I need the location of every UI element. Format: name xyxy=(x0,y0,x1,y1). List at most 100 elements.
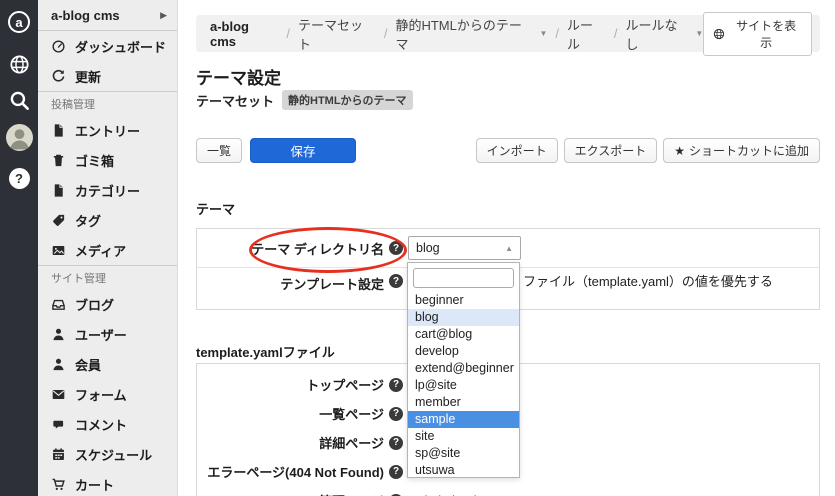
sidebar-item-category[interactable]: カテゴリー xyxy=(38,175,177,205)
import-button[interactable]: インポート xyxy=(476,138,558,163)
sidebar-item-entry[interactable]: エントリー xyxy=(38,115,177,145)
theme-section-heading: テーマ xyxy=(196,199,235,218)
add-shortcut-label: ショートカットに追加 xyxy=(689,142,809,159)
dropdown-option-blog[interactable]: blog xyxy=(408,309,519,326)
export-button[interactable]: エクスポート xyxy=(564,138,658,163)
breadcrumb: a-blog cms / テーマセット / 静的HTMLからのテーマ ▼ / ル… xyxy=(196,15,820,52)
inbox-icon xyxy=(51,297,66,312)
help-icon[interactable]: ? xyxy=(389,241,403,255)
sidebar-item-form[interactable]: フォーム xyxy=(38,379,177,409)
breadcrumb-item-rule[interactable]: ルール xyxy=(567,15,606,53)
sidebar-item-dashboard[interactable]: ダッシュボード xyxy=(38,31,177,61)
help-icon[interactable]: ? xyxy=(389,465,403,479)
breadcrumb-separator: / xyxy=(614,26,618,41)
sidebar-item-schedule[interactable]: スケジュール xyxy=(38,439,177,469)
comment-icon xyxy=(51,417,66,432)
dashboard-icon xyxy=(51,39,66,54)
sidebar-item-label: タグ xyxy=(75,211,101,230)
dropdown-option-extend-beginner[interactable]: extend@beginner xyxy=(408,360,519,377)
dropdown-option-member[interactable]: member xyxy=(408,394,519,411)
sidebar-item-label: カート xyxy=(75,475,114,494)
breadcrumb-separator: / xyxy=(555,26,559,41)
dropdown-option-develop[interactable]: develop xyxy=(408,343,519,360)
yaml-section-heading: template.yamlファイル xyxy=(196,342,335,361)
sidebar-item-media[interactable]: メディア xyxy=(38,235,177,265)
sidebar-item-label: フォーム xyxy=(75,385,127,404)
template-setting-text: ファイル（template.yaml）の値を優先する xyxy=(523,273,773,290)
caret-up-icon: ▲ xyxy=(505,244,513,253)
caret-down-icon[interactable]: ▼ xyxy=(539,29,547,38)
sidebar-item-trash[interactable]: ゴミ箱 xyxy=(38,145,177,175)
template-setting-label: テンプレート設定 xyxy=(197,274,384,293)
search-icon[interactable] xyxy=(9,90,30,111)
sidebar-item-label: エントリー xyxy=(75,121,140,140)
globe-icon xyxy=(713,28,725,40)
avatar[interactable] xyxy=(6,124,33,151)
theme-directory-select[interactable]: blog ▲ xyxy=(408,236,521,260)
theme-directory-dropdown: beginner blog cart@blog develop extend@b… xyxy=(407,262,520,478)
breadcrumb-item-norule[interactable]: ルールなし xyxy=(626,15,691,53)
theme-directory-label: テーマ ディレクトリ名 xyxy=(197,239,384,258)
breadcrumb-separator: / xyxy=(286,26,290,41)
sidebar-item-tag[interactable]: タグ xyxy=(38,205,177,235)
sidebar-header-ablogcms[interactable]: a-blog cms ▶ xyxy=(38,0,177,31)
sidebar-item-blog[interactable]: ブログ xyxy=(38,289,177,319)
dropdown-search-input[interactable] xyxy=(413,268,514,288)
dropdown-option-lp-site[interactable]: lp@site xyxy=(408,377,519,394)
dropdown-option-beginner[interactable]: beginner xyxy=(408,292,519,309)
theme-directory-value: blog xyxy=(416,241,440,255)
calendar-icon xyxy=(51,447,66,462)
document-icon xyxy=(51,123,66,138)
breadcrumb-item-theme[interactable]: 静的HTMLからのテーマ xyxy=(395,15,534,53)
tag-icon xyxy=(51,213,66,228)
globe-icon[interactable] xyxy=(9,54,30,75)
cart-icon xyxy=(51,477,66,492)
dropdown-option-list: beginner blog cart@blog develop extend@b… xyxy=(408,292,519,477)
sidebar-item-update[interactable]: 更新 xyxy=(38,61,177,91)
dropdown-option-sample[interactable]: sample xyxy=(408,411,519,428)
breadcrumb-separator: / xyxy=(384,26,388,41)
sidebar-item-cart[interactable]: カート xyxy=(38,469,177,496)
help-icon[interactable]: ? xyxy=(389,436,403,450)
breadcrumb-item-ablogcms[interactable]: a-blog cms xyxy=(210,19,278,49)
sidebar-item-comment[interactable]: コメント xyxy=(38,409,177,439)
ablogcms-logo-icon[interactable]: a xyxy=(8,11,30,33)
page-title: テーマ設定 xyxy=(196,64,281,89)
dropdown-option-sp-site[interactable]: sp@site xyxy=(408,445,519,462)
sidebar-item-label: ブログ xyxy=(75,295,114,314)
help-icon[interactable]: ? xyxy=(389,274,403,288)
star-icon: ★ xyxy=(674,144,685,158)
help-icon[interactable]: ? xyxy=(389,378,403,392)
themeset-badge: 静的HTMLからのテーマ xyxy=(282,90,413,110)
top-page-label: トップページ xyxy=(197,375,384,394)
detail-page-label: 詳細ページ xyxy=(197,433,384,452)
add-shortcut-button[interactable]: ★ ショートカットに追加 xyxy=(663,138,820,163)
breadcrumb-item-themeset[interactable]: テーマセット xyxy=(298,15,376,53)
app-window: a ? a-blog cms ▶ ダッシュボード 更新 投稿管理 エントリー ゴ… xyxy=(0,0,835,496)
sidebar-item-label: スケジュール xyxy=(75,445,152,464)
sidebar-item-label: 更新 xyxy=(75,67,101,86)
sidebar-item-label: ゴミ箱 xyxy=(75,151,114,170)
themeset-label: テーマセット xyxy=(196,91,274,110)
dropdown-option-cart-blog[interactable]: cart@blog xyxy=(408,326,519,343)
error-page-label: エラーページ(404 Not Found) xyxy=(197,462,384,481)
sidebar-item-label: ユーザー xyxy=(75,325,127,344)
save-button[interactable]: 保存 xyxy=(250,138,356,163)
trash-icon xyxy=(51,153,66,168)
index-page-label: 一覧ページ xyxy=(197,404,384,423)
toolbar: 一覧 保存 インポート エクスポート ★ ショートカットに追加 xyxy=(196,138,820,163)
caret-down-icon[interactable]: ▼ xyxy=(695,29,703,38)
themeset-subtitle: テーマセット 静的HTMLからのテーマ xyxy=(196,90,413,110)
admin-page-label: 管理ページ xyxy=(197,491,384,496)
help-icon[interactable]: ? xyxy=(389,407,403,421)
help-icon[interactable]: ? xyxy=(9,168,30,189)
global-icon-bar: a ? xyxy=(0,0,38,496)
view-site-button[interactable]: サイトを表示 xyxy=(703,12,812,56)
sidebar-item-member[interactable]: 会員 xyxy=(38,349,177,379)
dropdown-option-utsuwa[interactable]: utsuwa xyxy=(408,462,519,477)
dropdown-option-site[interactable]: site xyxy=(408,428,519,445)
document-icon xyxy=(51,183,66,198)
sidebar-item-user[interactable]: ユーザー xyxy=(38,319,177,349)
sidebar-item-label: 会員 xyxy=(75,355,101,374)
list-button[interactable]: 一覧 xyxy=(196,138,242,163)
